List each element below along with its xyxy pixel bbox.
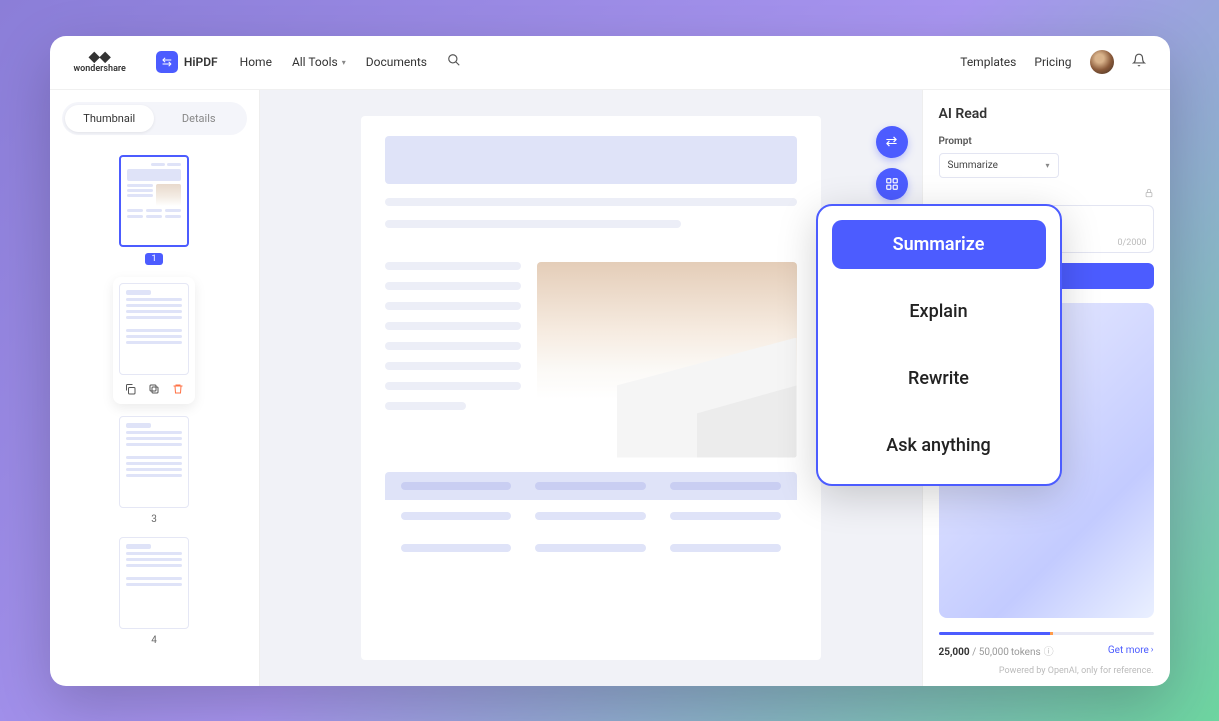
avatar[interactable] xyxy=(1090,50,1114,74)
image-placeholder xyxy=(537,262,797,458)
delete-icon[interactable] xyxy=(172,383,184,398)
tab-thumbnail[interactable]: Thumbnail xyxy=(65,105,155,132)
search-icon[interactable] xyxy=(447,53,461,71)
token-row: 25,000 / 50,000tokensⓘ Get more › xyxy=(939,643,1154,658)
nav-pricing[interactable]: Pricing xyxy=(1034,55,1071,69)
hero-placeholder xyxy=(385,136,797,184)
copy-icon[interactable] xyxy=(124,383,136,398)
left-sidebar: Thumbnail Details 1 xyxy=(50,90,260,686)
hipdf-icon: ⇆ xyxy=(156,51,178,73)
ai-read-title: AI Read xyxy=(939,106,1154,122)
text-line xyxy=(385,322,521,330)
thumbnail-page-3[interactable] xyxy=(119,416,189,508)
thumbnail-actions xyxy=(119,375,189,404)
table-row xyxy=(385,532,797,564)
option-explain[interactable]: Explain xyxy=(832,287,1046,336)
text-line xyxy=(385,402,467,410)
info-icon[interactable]: ⓘ xyxy=(1044,647,1054,658)
chevron-down-icon: ▾ xyxy=(342,58,346,67)
bell-icon[interactable] xyxy=(1132,53,1146,71)
powered-by: Powered by OpenAI, only for reference. xyxy=(939,666,1154,676)
text-column xyxy=(385,262,521,458)
nav-documents[interactable]: Documents xyxy=(366,55,427,69)
wondershare-icon: ◆◆ xyxy=(89,50,111,64)
nav-templates[interactable]: Templates xyxy=(960,55,1016,69)
lock-icon xyxy=(1144,188,1154,201)
nav-home[interactable]: Home xyxy=(240,55,272,69)
wondershare-logo[interactable]: ◆◆ wondershare xyxy=(74,50,126,74)
page-number-3: 3 xyxy=(151,514,157,525)
document-page xyxy=(361,116,821,660)
get-more-link[interactable]: Get more › xyxy=(1108,645,1154,656)
float-buttons: ⇄ xyxy=(876,126,908,200)
hipdf-badge[interactable]: ⇆ HiPDF xyxy=(152,47,222,77)
token-text: 25,000 / 50,000tokensⓘ xyxy=(939,643,1054,658)
nav-all-tools[interactable]: All Tools ▾ xyxy=(292,55,346,69)
content-row xyxy=(385,262,797,458)
tokens-total: 50,000 xyxy=(979,647,1009,658)
header: ◆◆ wondershare ⇆ HiPDF Home All Tools ▾ … xyxy=(50,36,1170,90)
thumb-wrap-4: 4 xyxy=(119,537,189,646)
chevron-right-icon: › xyxy=(1151,645,1154,655)
table-header xyxy=(385,472,797,500)
td-cell xyxy=(670,512,781,520)
th-cell xyxy=(670,482,781,490)
thumb-wrap-3: 3 xyxy=(119,416,189,525)
td-cell xyxy=(670,544,781,552)
table-row xyxy=(385,500,797,532)
text-line xyxy=(385,262,521,270)
option-summarize[interactable]: Summarize xyxy=(832,220,1046,269)
token-progress xyxy=(939,632,1154,635)
nav-primary: Home All Tools ▾ Documents xyxy=(240,53,461,71)
text-line xyxy=(385,302,521,310)
duplicate-icon[interactable] xyxy=(148,383,160,398)
apps-button[interactable] xyxy=(876,168,908,200)
hipdf-label: HiPDF xyxy=(184,55,218,69)
text-line xyxy=(385,342,521,350)
prompt-dropdown: Summarize Explain Rewrite Ask anything xyxy=(816,204,1062,486)
chevron-down-icon: ▾ xyxy=(1045,161,1049,170)
th-cell xyxy=(535,482,646,490)
option-rewrite[interactable]: Rewrite xyxy=(832,354,1046,403)
page-number-4: 4 xyxy=(151,635,157,646)
prompt-label: Prompt xyxy=(939,136,1154,147)
wondershare-label: wondershare xyxy=(74,64,126,74)
tokens-label: tokens xyxy=(1011,647,1041,658)
char-counter: 0/2000 xyxy=(1117,238,1146,248)
thumbnail-page-2[interactable] xyxy=(119,283,189,375)
text-line xyxy=(385,198,797,206)
option-ask[interactable]: Ask anything xyxy=(832,421,1046,470)
page-number-1: 1 xyxy=(145,253,162,265)
table xyxy=(385,472,797,564)
td-cell xyxy=(401,544,512,552)
logo-group: ◆◆ wondershare xyxy=(74,50,126,74)
thumbnail-page-1[interactable] xyxy=(119,155,189,247)
text-line xyxy=(385,282,521,290)
text-line xyxy=(385,362,521,370)
app-window: ◆◆ wondershare ⇆ HiPDF Home All Tools ▾ … xyxy=(50,36,1170,686)
td-cell xyxy=(401,512,512,520)
td-cell xyxy=(535,544,646,552)
swap-button[interactable]: ⇄ xyxy=(876,126,908,158)
tab-details[interactable]: Details xyxy=(154,105,244,132)
th-cell xyxy=(401,482,512,490)
thumb-wrap-2 xyxy=(113,277,195,404)
prompt-select[interactable]: Summarize ▾ xyxy=(939,153,1059,178)
thumbnail-card-2 xyxy=(113,277,195,404)
select-value: Summarize xyxy=(948,160,998,171)
nav-secondary: Templates Pricing xyxy=(960,50,1145,74)
sidebar-tabs: Thumbnail Details xyxy=(62,102,247,135)
text-line xyxy=(385,382,521,390)
tokens-used: 25,000 xyxy=(939,647,970,658)
text-line xyxy=(385,220,682,228)
thumbnails: 1 xyxy=(50,147,259,686)
thumb-wrap-1: 1 xyxy=(119,155,189,265)
thumbnail-page-4[interactable] xyxy=(119,537,189,629)
td-cell xyxy=(535,512,646,520)
